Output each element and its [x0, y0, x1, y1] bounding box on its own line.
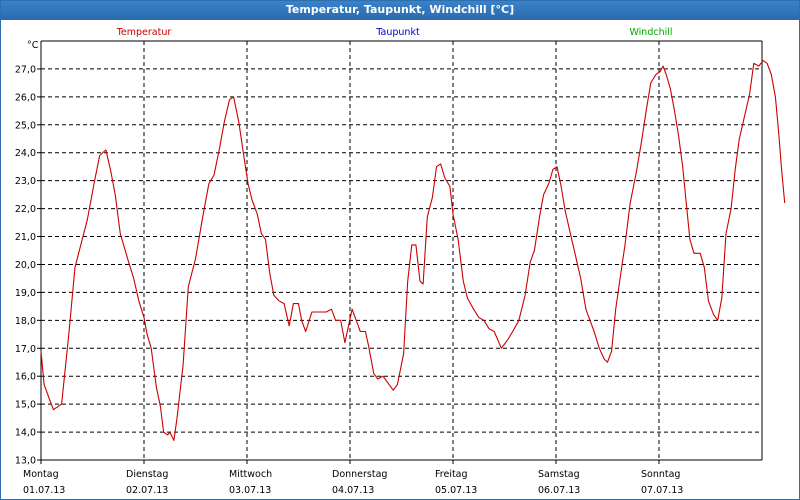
y-tick-label: 18,0 — [15, 316, 36, 327]
x-date-label: 03.07.13 — [229, 485, 271, 496]
legend-item-windchill: Windchill — [629, 27, 672, 38]
y-tick-label: 23,0 — [15, 176, 36, 187]
y-tick-label: 19,0 — [15, 288, 36, 299]
x-date-label: 04.07.13 — [332, 485, 374, 496]
y-tick-label: 26,0 — [15, 92, 36, 103]
x-date-label: 06.07.13 — [538, 485, 580, 496]
y-tick-label: 21,0 — [15, 232, 36, 243]
grid — [41, 41, 762, 460]
x-weekday-label: Dienstag — [126, 469, 168, 480]
x-weekday-label: Samstag — [538, 469, 580, 480]
chart-window: Temperatur, Taupunkt, Windchill [°C] 13,… — [0, 0, 800, 500]
x-weekday-label: Sonntag — [641, 469, 680, 480]
y-tick-label: 13,0 — [15, 456, 36, 467]
legend-item-temperatur: Temperatur — [116, 27, 172, 38]
temperature-chart: 13,0 14,0 15,0 16,0 17,0 18,0 19,0 20,0 21,0 22,0… — [15, 27, 786, 496]
y-tick-label: 15,0 — [15, 400, 36, 411]
y-tick-label: 14,0 — [15, 428, 36, 439]
window-title: Temperatur, Taupunkt, Windchill [°C] — [1, 1, 799, 20]
legend: Temperatur Taupunkt Windchill — [116, 27, 673, 38]
y-tick-label: 25,0 — [15, 120, 36, 131]
y-axis-labels: 13,0 14,0 15,0 16,0 17,0 18,0 19,0 20,0 21,0 22,0… — [15, 40, 39, 467]
y-tick-label: 20,0 — [15, 260, 36, 271]
legend-item-taupunkt: Taupunkt — [375, 27, 420, 38]
axes — [37, 40, 763, 464]
x-weekday-label: Mittwoch — [229, 469, 272, 480]
series-line-temperatur — [40, 60, 786, 441]
x-axis-labels: Montag 01.07.13 Dienstag 02.07.13 Mittwoch 03… — [23, 469, 683, 496]
x-date-label: 02.07.13 — [126, 485, 168, 496]
y-tick-label: 24,0 — [15, 148, 36, 159]
y-tick-label: 22,0 — [15, 204, 36, 215]
y-tick-label: 17,0 — [15, 344, 36, 355]
x-weekday-label: Donnerstag — [332, 469, 387, 480]
series-lines — [40, 60, 786, 441]
x-date-label: 05.07.13 — [435, 485, 477, 496]
x-weekday-label: Freitag — [435, 469, 468, 480]
x-date-label: 01.07.13 — [23, 485, 65, 496]
x-date-label: 07.07.13 — [641, 485, 683, 496]
y-tick-label: 27,0 — [15, 64, 36, 75]
x-weekday-label: Montag — [23, 469, 59, 480]
y-tick-label: 16,0 — [15, 372, 36, 383]
y-axis-unit: °C — [27, 40, 39, 51]
